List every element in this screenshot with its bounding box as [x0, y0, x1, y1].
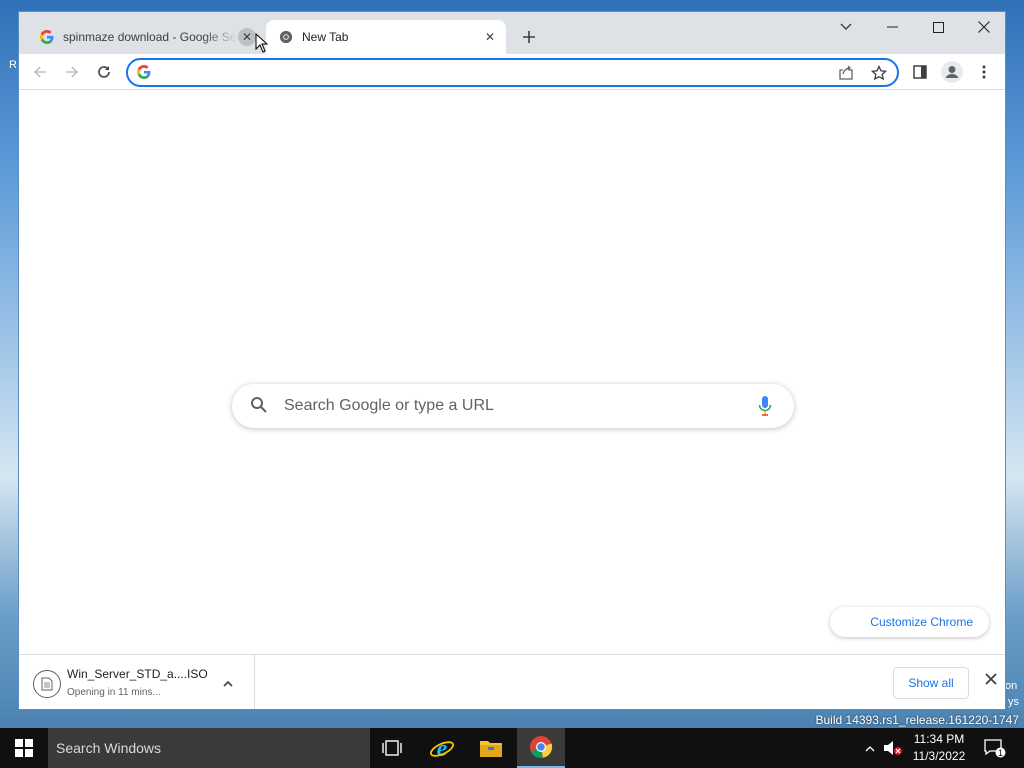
tab-search-button[interactable] — [823, 12, 869, 42]
side-panel-button[interactable] — [906, 58, 934, 86]
chevron-up-icon — [865, 745, 875, 751]
address-bar[interactable] — [126, 58, 899, 87]
chrome-icon — [278, 29, 294, 45]
maximize-button[interactable] — [915, 12, 961, 42]
taskbar: Search Windows e 11:34 PM 11/3/2022 1 — [0, 728, 1024, 768]
google-g-icon — [137, 65, 151, 84]
customize-chrome-label: Customize Chrome — [870, 615, 973, 629]
chevron-down-icon — [840, 23, 852, 30]
profile-button[interactable] — [938, 58, 966, 86]
search-icon — [250, 396, 268, 419]
reload-icon — [98, 66, 110, 78]
download-shelf: Win_Server_STD_a....ISO Opening in 11 mi… — [19, 654, 1005, 709]
windows-logo-icon — [15, 739, 33, 757]
new-tab-page: Search Google or type a URL Customize Ch… — [19, 91, 1005, 654]
taskbar-app-file-explorer[interactable] — [467, 728, 515, 768]
arrow-right-icon — [66, 66, 79, 78]
ntp-search-box[interactable]: Search Google or type a URL — [232, 384, 794, 428]
desktop-text-fragment: ys — [1008, 696, 1019, 708]
share-icon[interactable] — [836, 63, 856, 83]
start-button[interactable] — [0, 728, 48, 768]
clock-date: 11/3/2022 — [912, 749, 966, 763]
chevron-up-icon[interactable] — [223, 674, 233, 692]
volume-muted-icon — [884, 741, 902, 755]
show-hidden-icons-button[interactable] — [860, 728, 880, 768]
reload-button[interactable] — [90, 58, 118, 86]
close-icon — [978, 21, 990, 33]
chrome-window: spinmaze download - Google Se ✕ New Tab … — [18, 11, 1006, 710]
close-tab-icon[interactable]: ✕ — [481, 28, 499, 46]
minimize-icon — [886, 26, 898, 28]
taskbar-app-chrome[interactable] — [517, 728, 565, 768]
download-file-name: Win_Server_STD_a....ISO — [67, 667, 208, 681]
svg-text:e: e — [437, 736, 448, 761]
close-window-button[interactable] — [961, 12, 1005, 42]
action-center-button[interactable]: 1 — [980, 728, 1010, 768]
task-view-icon — [382, 740, 402, 756]
tab-title: spinmaze download - Google Se — [63, 30, 237, 44]
customize-chrome-button[interactable]: Customize Chrome — [830, 607, 989, 637]
desktop-text-fragment: on — [1005, 680, 1018, 692]
build-watermark: Build 14393.rs1_release.161220-1747 — [815, 713, 1020, 727]
side-panel-icon — [913, 65, 927, 79]
minimize-button[interactable] — [869, 12, 915, 42]
mouse-cursor-icon — [255, 33, 269, 53]
search-placeholder: Search Google or type a URL — [284, 397, 494, 414]
taskbar-clock[interactable]: 11:34 PM 11/3/2022 — [906, 731, 972, 765]
browser-toolbar — [19, 54, 1005, 90]
tab-spinmaze-search[interactable]: spinmaze download - Google Se ✕ — [27, 20, 263, 54]
internet-explorer-icon: e — [430, 736, 454, 761]
plus-icon — [523, 31, 535, 43]
taskbar-app-internet-explorer[interactable]: e — [418, 728, 466, 768]
clock-time: 11:34 PM — [913, 732, 965, 746]
taskbar-search-placeholder: Search Windows — [56, 740, 162, 756]
arrow-left-icon — [33, 66, 46, 78]
folder-icon — [480, 741, 502, 757]
notification-icon: 1 — [984, 739, 1006, 758]
bookmark-star-icon[interactable] — [869, 63, 889, 83]
maximize-icon — [932, 21, 944, 33]
forward-button[interactable] — [58, 58, 86, 86]
close-shelf-icon[interactable] — [985, 672, 997, 690]
file-icon — [33, 670, 61, 698]
taskbar-search-box[interactable]: Search Windows — [48, 728, 370, 768]
microphone-icon[interactable] — [758, 395, 772, 422]
desktop-icon-label[interactable]: R — [9, 59, 17, 71]
download-item[interactable]: Win_Server_STD_a....ISO Opening in 11 mi… — [19, 655, 255, 709]
back-button[interactable] — [26, 58, 54, 86]
avatar-icon — [941, 61, 963, 83]
show-all-button[interactable]: Show all — [893, 667, 969, 699]
notification-count: 1 — [998, 748, 1003, 758]
close-tab-icon[interactable]: ✕ — [238, 28, 256, 46]
tab-title: New Tab — [302, 30, 349, 44]
download-status: Opening in 11 mins... — [67, 687, 161, 698]
show-all-label: Show all — [908, 676, 954, 690]
task-view-button[interactable] — [368, 728, 416, 768]
new-tab-button[interactable] — [517, 25, 541, 49]
more-vert-icon — [982, 65, 986, 79]
menu-button[interactable] — [970, 58, 998, 86]
google-g-icon — [39, 29, 55, 45]
tab-new-tab[interactable]: New Tab ✕ — [266, 20, 506, 54]
address-input[interactable] — [162, 64, 802, 82]
tab-strip: spinmaze download - Google Se ✕ New Tab … — [19, 12, 1005, 54]
volume-button[interactable] — [882, 728, 904, 768]
chrome-icon — [530, 736, 553, 759]
